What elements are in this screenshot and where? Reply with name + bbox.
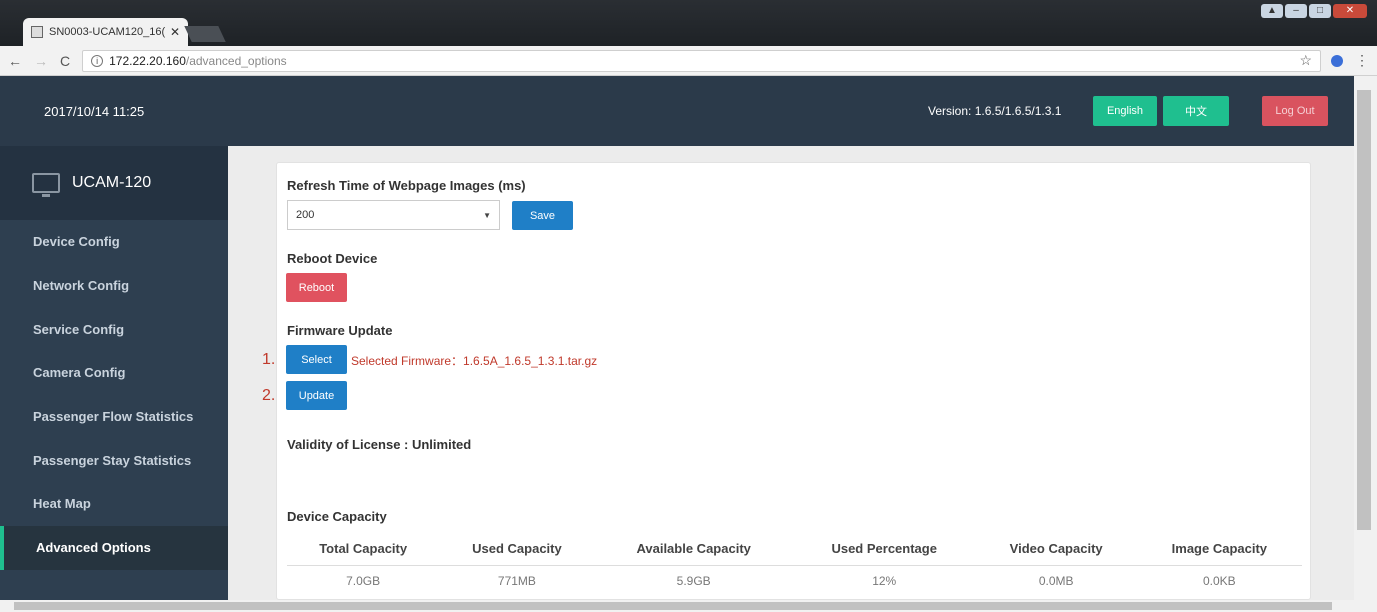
back-arrow-icon[interactable]: ← bbox=[8, 53, 22, 69]
column-header: Total Capacity bbox=[287, 532, 440, 566]
address-bar[interactable]: i 172.22.20.160 /advanced_options ☆ bbox=[82, 49, 1321, 72]
sidebar-item-heat-map[interactable]: Heat Map bbox=[0, 482, 228, 526]
table-cell: 771MB bbox=[497, 573, 536, 588]
column-header: Used Capacity bbox=[439, 532, 595, 566]
browser-tab[interactable]: SN0003-UCAM120_16( ✕ bbox=[23, 18, 188, 46]
refresh-time-value: 200 bbox=[296, 209, 315, 221]
brand: UCAM-120 bbox=[0, 146, 228, 220]
app-header: 2017/10/14 11:25 Version: 1.6.5/1.6.5/1.… bbox=[0, 76, 1354, 146]
firmware-update-heading: Firmware Update bbox=[287, 323, 393, 338]
sidebar: UCAM-120 Device Config Network Config Se… bbox=[0, 146, 228, 600]
select-firmware-button[interactable]: Select bbox=[286, 345, 347, 374]
horizontal-scroll-thumb[interactable] bbox=[14, 602, 1332, 610]
table-header-row: Total Capacity Used Capacity Available C… bbox=[287, 532, 1302, 566]
selected-firmware-text: Selected Firmware：1.6.5A_1.6.5_1.3.1.tar… bbox=[351, 354, 598, 368]
monitor-icon bbox=[32, 173, 60, 197]
refresh-time-heading: Refresh Time of Webpage Images (ms) bbox=[287, 178, 526, 193]
bookmark-star-icon[interactable]: ☆ bbox=[1299, 52, 1312, 69]
window-minimize-icon[interactable]: – bbox=[1285, 4, 1307, 18]
window-restore-icon[interactable]: ▲ bbox=[1261, 4, 1283, 18]
column-header: Video Capacity bbox=[975, 532, 1137, 566]
current-datetime: 2017/10/14 11:25 bbox=[44, 104, 145, 119]
chinese-button[interactable]: 中文 bbox=[1163, 96, 1229, 126]
new-tab-button[interactable] bbox=[184, 26, 226, 42]
window-maximize-icon[interactable]: □ bbox=[1309, 4, 1331, 18]
logout-button[interactable]: Log Out bbox=[1262, 96, 1328, 126]
sidebar-item-device-config[interactable]: Device Config bbox=[0, 220, 228, 264]
table-cell: 12% bbox=[872, 573, 897, 588]
window-controls: ▲ – □ ✕ bbox=[1261, 4, 1367, 18]
column-header: Used Percentage bbox=[792, 532, 976, 566]
reboot-device-heading: Reboot Device bbox=[287, 251, 378, 266]
browser-titlebar: SN0003-UCAM120_16( ✕ ▲ – □ ✕ bbox=[0, 0, 1377, 46]
refresh-time-select[interactable]: 200 ▼ bbox=[287, 200, 500, 230]
forward-arrow-icon[interactable]: → bbox=[34, 53, 48, 69]
dropdown-arrow-icon: ▼ bbox=[483, 210, 491, 220]
save-button[interactable]: Save bbox=[512, 201, 573, 230]
browser-toolbar: ← → C i 172.22.20.160 /advanced_options … bbox=[0, 46, 1377, 76]
tab-title: SN0003-UCAM120_16( bbox=[49, 26, 166, 38]
site-info-icon[interactable]: i bbox=[91, 54, 104, 67]
table-cell: 0.0KB bbox=[1203, 573, 1236, 588]
reload-icon[interactable]: C bbox=[60, 53, 70, 69]
sidebar-item-passenger-flow-statistics[interactable]: Passenger Flow Statistics bbox=[0, 395, 228, 439]
vertical-scrollbar[interactable] bbox=[1354, 76, 1377, 600]
english-button[interactable]: English bbox=[1093, 96, 1157, 126]
extension-icon[interactable] bbox=[1331, 54, 1343, 67]
sidebar-item-service-config[interactable]: Service Config bbox=[0, 307, 228, 351]
license-validity-text: Validity of License : Unlimited bbox=[287, 437, 472, 452]
sidebar-item-camera-config[interactable]: Camera Config bbox=[0, 351, 228, 395]
device-capacity-heading: Device Capacity bbox=[287, 509, 387, 524]
table-cell: 7.0GB bbox=[346, 573, 381, 588]
vertical-scroll-thumb[interactable] bbox=[1357, 90, 1371, 530]
column-header: Available Capacity bbox=[594, 532, 793, 566]
device-capacity-table: Total Capacity Used Capacity Available C… bbox=[287, 532, 1302, 596]
update-firmware-button[interactable]: Update bbox=[286, 381, 347, 410]
sidebar-item-passenger-stay-statistics[interactable]: Passenger Stay Statistics bbox=[0, 438, 228, 482]
sidebar-item-network-config[interactable]: Network Config bbox=[0, 264, 228, 308]
window-close-icon[interactable]: ✕ bbox=[1333, 4, 1367, 18]
sidebar-item-advanced-options[interactable]: Advanced Options bbox=[0, 525, 228, 570]
horizontal-scrollbar[interactable] bbox=[0, 600, 1377, 612]
table-cell: 0.0MB bbox=[1038, 573, 1074, 588]
table-row: 7.0GB 771MB 5.9GB 12% 0.0MB 0.0KB bbox=[287, 565, 1302, 596]
step-1-marker: 1. bbox=[262, 351, 276, 368]
url-path: /advanced_options bbox=[185, 53, 287, 68]
tab-close-icon[interactable]: ✕ bbox=[170, 25, 180, 39]
page-favicon-icon bbox=[31, 26, 43, 38]
browser-menu-icon[interactable]: ⋮ bbox=[1355, 52, 1369, 69]
brand-name: UCAM-120 bbox=[72, 174, 152, 191]
version-text: Version: 1.6.5/1.6.5/1.3.1 bbox=[928, 104, 1062, 118]
url-host: 172.22.20.160 bbox=[109, 53, 186, 68]
table-cell: 5.9GB bbox=[676, 573, 711, 588]
column-header: Image Capacity bbox=[1136, 532, 1302, 566]
reboot-button[interactable]: Reboot bbox=[286, 273, 347, 302]
step-2-marker: 2. bbox=[262, 387, 276, 404]
